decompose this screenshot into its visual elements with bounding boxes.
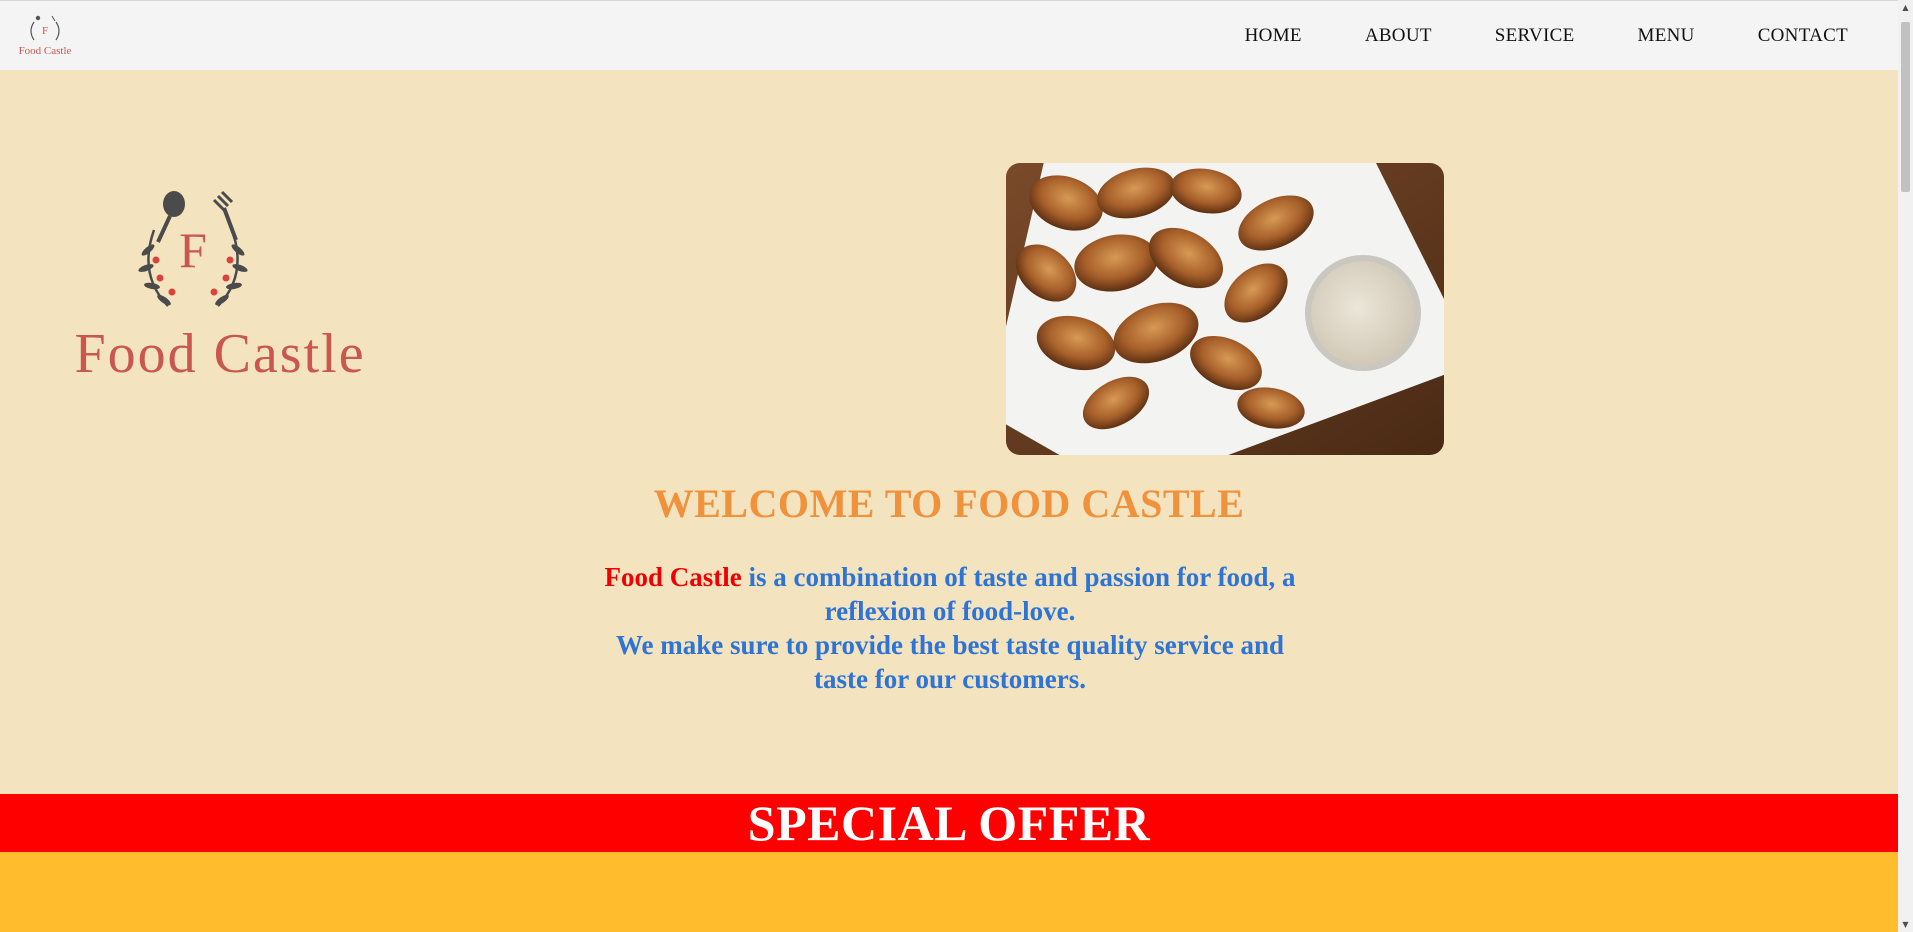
hero-logo-initial: F xyxy=(179,222,207,278)
scrollbar-thumb[interactable] xyxy=(1901,22,1910,192)
special-offer-title: SPECIAL OFFER xyxy=(747,795,1151,851)
scroll-down-arrow-icon[interactable]: ▼ xyxy=(1898,917,1913,932)
intro-line-1: is a combination of taste and passion fo… xyxy=(741,562,1296,626)
nav-menu: HOME ABOUT SERVICE MENU CONTACT xyxy=(1182,1,1848,70)
nav-service-link[interactable]: SERVICE xyxy=(1495,25,1575,47)
nav-menu-link[interactable]: MENU xyxy=(1638,25,1695,47)
spoon-fork-wreath-icon: F Food Castle xyxy=(74,190,365,385)
nav-contact-link[interactable]: CONTACT xyxy=(1758,25,1848,47)
nav-logo-initial: F xyxy=(42,25,48,37)
nav-home-link[interactable]: HOME xyxy=(1245,25,1302,47)
special-offer-section xyxy=(0,852,1898,932)
nav-about-link[interactable]: ABOUT xyxy=(1365,25,1432,47)
chicken-wings-with-dip-photo xyxy=(1006,163,1444,455)
intro-text: Food Castle is a combination of taste an… xyxy=(600,560,1300,696)
welcome-heading: WELCOME TO FOOD CASTLE xyxy=(653,481,1245,526)
intro-brand: Food Castle xyxy=(604,562,742,592)
nav-logo-name: Food Castle xyxy=(19,45,72,57)
scroll-up-arrow-icon[interactable]: ▲ xyxy=(1898,0,1913,15)
page-scrollbar[interactable]: ▲ ▼ xyxy=(1898,0,1913,932)
special-offer-banner: SPECIAL OFFER xyxy=(0,794,1898,852)
spoon-fork-wreath-icon: F Food Castle xyxy=(19,15,72,57)
nav-logo[interactable]: F Food Castle xyxy=(14,13,76,57)
intro-line-2: We make sure to provide the best taste q… xyxy=(616,630,1284,694)
navbar: F Food Castle HOME ABOUT SERVICE MENU CO… xyxy=(0,1,1898,70)
hero-logo: F Food Castle xyxy=(68,180,378,390)
hero-logo-name: Food Castle xyxy=(74,323,365,385)
